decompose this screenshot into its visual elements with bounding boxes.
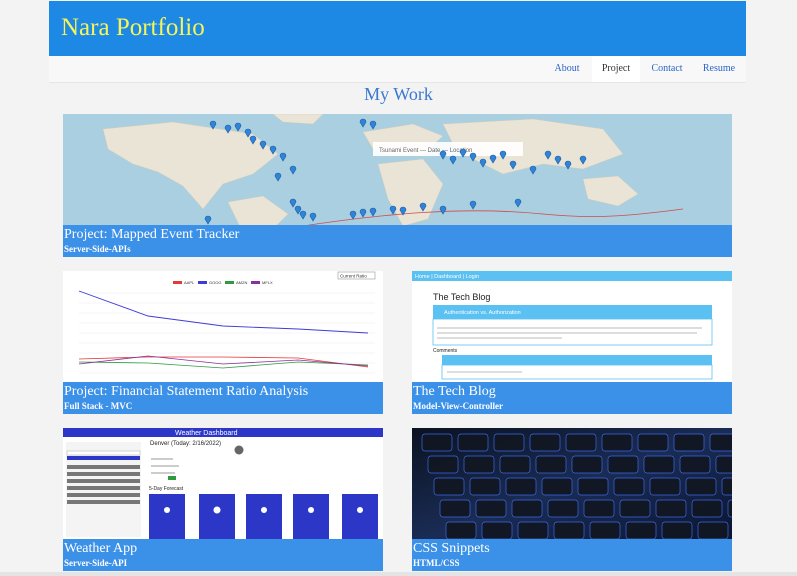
project-card-tech-blog[interactable]: Home | Dashboard | Login The Tech Blog A… (412, 271, 732, 414)
project-title[interactable]: Project: Financial Statement Ratio Analy… (63, 382, 383, 400)
keyboard-key (655, 499, 687, 518)
project-title[interactable]: Project: Mapped Event Tracker (63, 225, 732, 243)
site-header: Nara Portfolio (49, 1, 746, 56)
keyboard-key (511, 499, 543, 518)
keyboard-key (481, 521, 513, 540)
project-caption: CSS Snippets HTML/CSS (412, 539, 732, 571)
blog-title-text: The Tech Blog (433, 292, 490, 302)
keyboard-key (577, 477, 609, 496)
keyboard-key (535, 455, 567, 474)
keyboard-key (691, 499, 723, 518)
blog-post-title: Authentication vs. Authorization (444, 310, 521, 316)
project-title[interactable]: The Tech Blog (412, 382, 732, 400)
project-caption: Project: Mapped Event Tracker Server-Sid… (63, 225, 732, 257)
keyboard-key (721, 477, 732, 496)
keyboard-key (541, 477, 573, 496)
keyboard-key (625, 521, 657, 540)
weather-forecast-label: 5-Day Forecast (149, 486, 184, 492)
keyboard-key (457, 433, 489, 452)
world-map-thumbnail: Tsunami Event — Date — Location (63, 114, 732, 229)
keyboard-key (727, 499, 732, 518)
keyboard-key (673, 433, 705, 452)
keyboard-key (547, 499, 579, 518)
weather-dashboard-thumbnail: Weather Dashboard Denver (Today: 2/16/20… (63, 428, 383, 543)
map-popup-text: Tsunami Event — Date — Location (379, 148, 472, 154)
keyboard-key (637, 433, 669, 452)
project-caption: The Tech Blog Model-View-Controller (412, 382, 732, 414)
project-caption: Weather App Server-Side-API (63, 539, 383, 571)
nav-about[interactable]: About (546, 56, 588, 82)
weather-title-text: Weather Dashboard (175, 430, 238, 437)
keyboard-key (697, 521, 729, 540)
legend-item: MFLX (262, 280, 273, 285)
line-chart-thumbnail: Current Ratio AAPL GOOG AMZN MFLX (63, 271, 383, 386)
tech-blog-thumbnail: Home | Dashboard | Login The Tech Blog A… (412, 271, 732, 386)
legend-item: AMZN (236, 280, 247, 285)
keyboard-key (643, 455, 675, 474)
section-title: My Work (364, 84, 433, 104)
legend-item: AAPL (184, 280, 195, 285)
weather-city-text: Denver (Today: 2/16/2022) (150, 441, 221, 447)
project-card-mapped-event-tracker[interactable]: Tsunami Event — Date — Location Project:… (63, 114, 732, 257)
horizontal-scrollbar[interactable] (0, 572, 797, 576)
keyboard-key (427, 455, 459, 474)
keyboard-key (649, 477, 681, 496)
nav-contact[interactable]: Contact (643, 56, 691, 82)
project-subtitle: Full Stack - MVC (64, 401, 133, 411)
blog-comments-label: Comments (433, 348, 458, 354)
project-card-financial-statement[interactable]: Current Ratio AAPL GOOG AMZN MFLX Projec… (63, 271, 383, 414)
keyboard-key (613, 477, 645, 496)
keyboard-key (445, 521, 477, 540)
keyboard-key (589, 521, 621, 540)
project-card-weather-app[interactable]: Weather Dashboard Denver (Today: 2/16/20… (63, 428, 383, 571)
brand-title[interactable]: Nara Portfolio (61, 13, 205, 43)
keyboard-key (709, 433, 732, 452)
nav-bar: About Project Contact Resume (49, 56, 746, 83)
keyboard-photo-thumbnail (412, 428, 732, 543)
keyboard-key (505, 477, 537, 496)
keyboard-key (685, 477, 717, 496)
project-title[interactable]: Weather App (63, 539, 383, 557)
project-title[interactable]: CSS Snippets (412, 539, 732, 557)
keyboard-key (607, 455, 639, 474)
project-subtitle: Server-Side-APIs (64, 244, 131, 254)
keyboard-key (475, 499, 507, 518)
project-subtitle: Model-View-Controller (413, 401, 503, 411)
keyboard-key (439, 499, 471, 518)
keyboard-key (571, 455, 603, 474)
keyboard-key (421, 433, 453, 452)
keyboard-key (715, 455, 732, 474)
keyboard-key (679, 455, 711, 474)
keyboard-key (433, 477, 465, 496)
keyboard-key (529, 433, 561, 452)
project-caption: Project: Financial Statement Ratio Analy… (63, 382, 383, 414)
nav-project[interactable]: Project (592, 56, 640, 82)
project-subtitle: HTML/CSS (413, 558, 460, 568)
keyboard-key (661, 521, 693, 540)
keyboard-key (565, 433, 597, 452)
project-subtitle: Server-Side-API (64, 558, 128, 568)
project-card-css-snippets[interactable]: CSS Snippets HTML/CSS (412, 428, 732, 571)
keyboard-key (469, 477, 501, 496)
keyboard-key (517, 521, 549, 540)
keyboard-key (601, 433, 633, 452)
keyboard-key (463, 455, 495, 474)
chart-dropdown-text: Current Ratio (340, 274, 367, 279)
legend-item: GOOG (209, 280, 221, 285)
nav-resume[interactable]: Resume (695, 56, 743, 82)
keyboard-key (493, 433, 525, 452)
keyboard-key (619, 499, 651, 518)
keyboard-key (583, 499, 615, 518)
keyboard-key (499, 455, 531, 474)
keyboard-key (553, 521, 585, 540)
blog-nav-text: Home | Dashboard | Login (415, 274, 479, 280)
